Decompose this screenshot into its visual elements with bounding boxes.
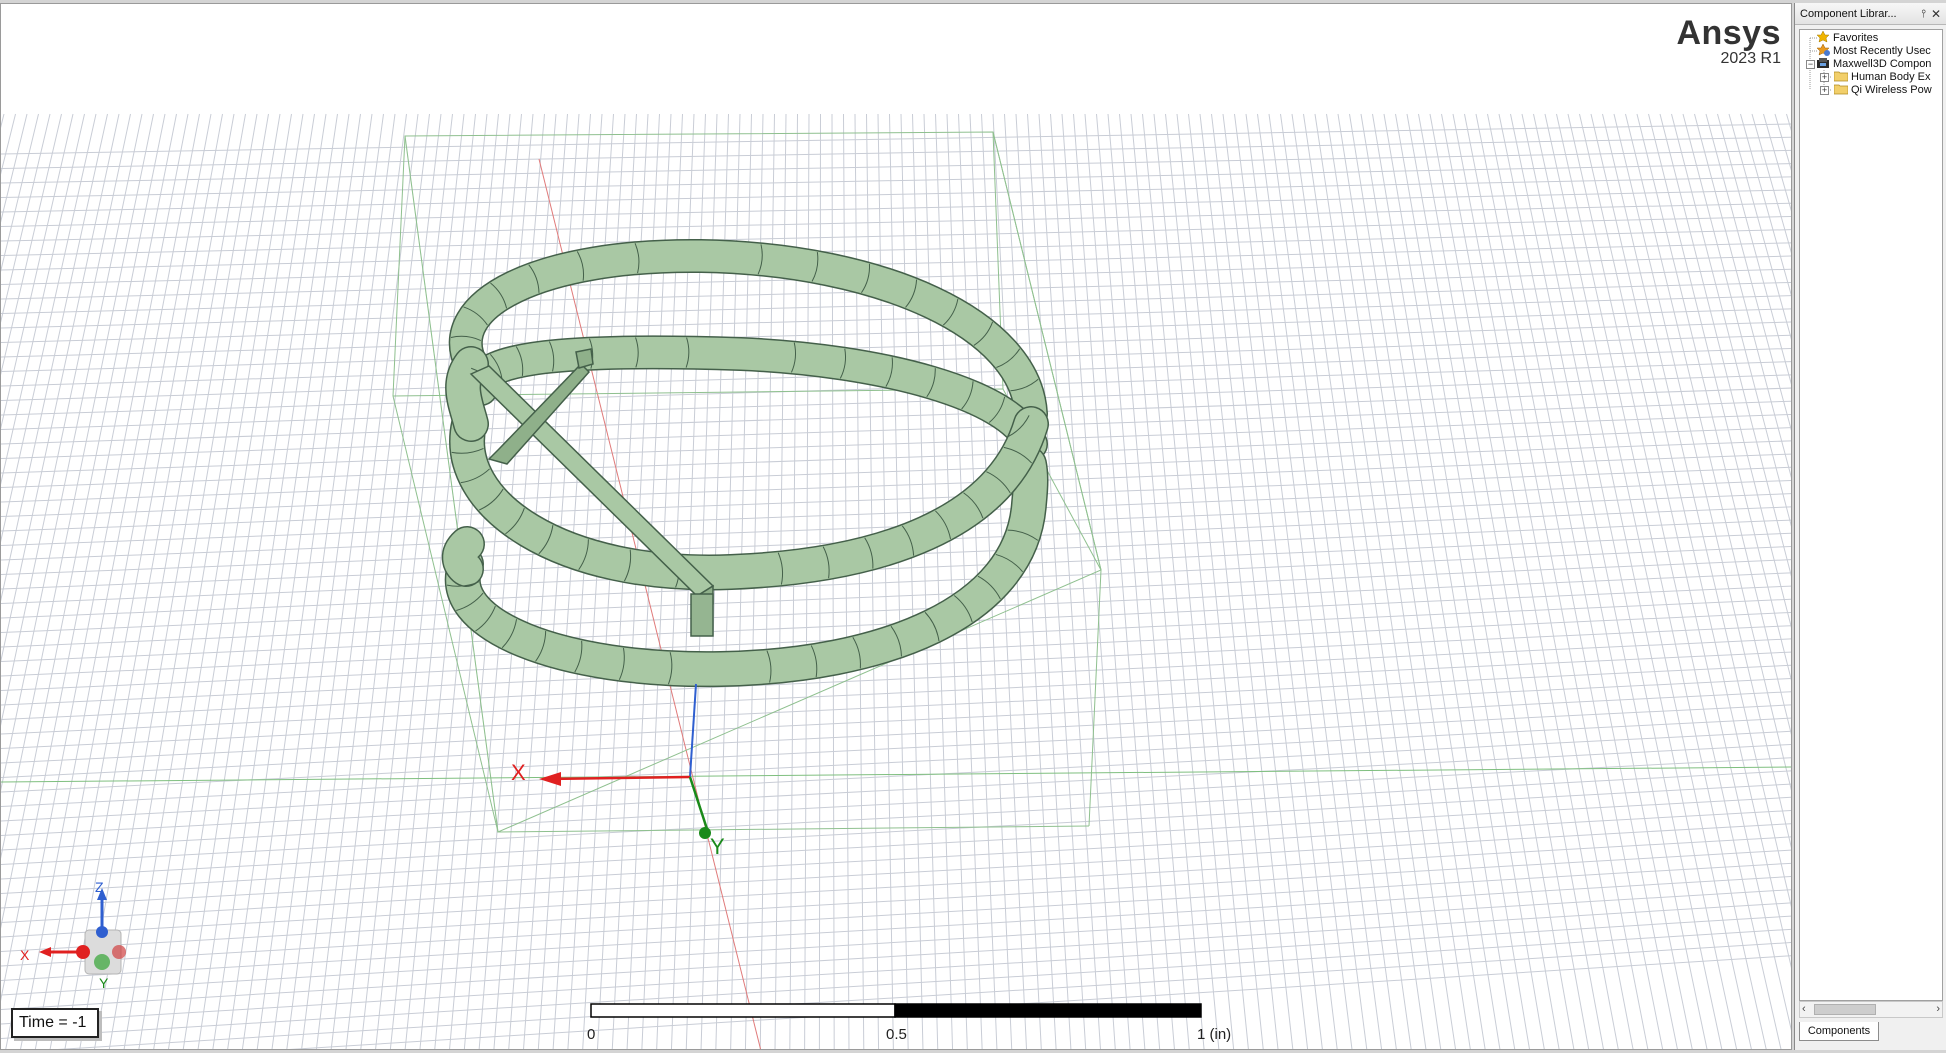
recent-icon <box>1816 44 1830 56</box>
expand-toggle-human-body[interactable]: + <box>1820 73 1829 82</box>
folder-icon <box>1834 71 1848 82</box>
tab-components[interactable]: Components <box>1799 1022 1879 1041</box>
favorites-icon <box>1816 31 1830 43</box>
time-indicator: Time = -1 <box>11 1008 99 1038</box>
scrollbar-thumb[interactable] <box>1814 1004 1876 1015</box>
ruler-label-half: 0.5 <box>886 1026 907 1043</box>
tree-item-label: Qi Wireless Pow <box>1851 84 1932 96</box>
component-library-icon <box>1817 58 1829 68</box>
ruler-label-0: 0 <box>587 1026 596 1043</box>
component-tree[interactable]: Favorites Most Recently Usec − Maxwell3D… <box>1799 29 1943 1001</box>
collapse-toggle-maxwell3d[interactable]: − <box>1806 60 1815 69</box>
global-horizontal-axis-line <box>1 766 1791 783</box>
scene-canvas[interactable]: X Y Z X Y <box>1 4 1792 1050</box>
scale-ruler <box>590 1003 1202 1018</box>
scroll-left-icon[interactable]: ‹ <box>1802 1002 1806 1017</box>
scroll-right-icon[interactable]: › <box>1936 1002 1940 1017</box>
pin-icon[interactable]: ⫯ <box>1921 3 1926 25</box>
modeler-3d-viewport[interactable]: X Y Z X Y Ansys 2023 R1 Time = -1 0 0.5 … <box>0 3 1792 1050</box>
expand-toggle-qi-wireless[interactable]: + <box>1820 86 1829 95</box>
axis-x-label: X <box>511 760 526 785</box>
tree-horizontal-scrollbar[interactable]: ‹ › <box>1799 1001 1943 1018</box>
close-icon[interactable]: ✕ <box>1931 3 1941 25</box>
component-library-panel: Component Librar... ⫯ ✕ Favorites Most R… <box>1794 3 1946 1050</box>
folder-icon <box>1834 84 1848 95</box>
ruler-label-end: 1 (in) <box>1197 1026 1232 1043</box>
brand-name: Ansys <box>1676 14 1781 52</box>
triad-y-label: Y <box>99 975 109 991</box>
brand-version: 2023 R1 <box>1720 50 1782 67</box>
ground-grid <box>1 113 1791 1049</box>
axis-y-label: Y <box>710 834 725 859</box>
triad-z-label: Z <box>95 879 104 895</box>
triad-x-label: X <box>20 947 30 963</box>
ansys-brand-logo: Ansys 2023 R1 <box>1676 16 1781 68</box>
tree-item-qi-wireless-power[interactable]: Qi Wireless Pow <box>1834 82 1932 98</box>
application-window: X Y Z X Y Ansys 2023 R1 Time = -1 0 0.5 … <box>0 0 1946 1053</box>
